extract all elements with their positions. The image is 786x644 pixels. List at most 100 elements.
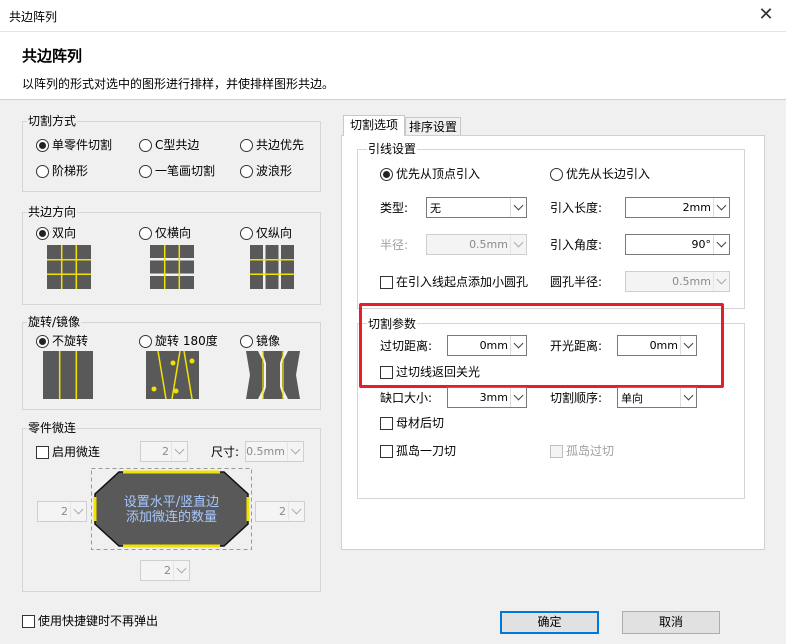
no-popup-checkbox[interactable]: 使用快捷键时不再弹出 bbox=[22, 614, 158, 628]
radio-dot bbox=[139, 164, 152, 178]
gap-size-input[interactable]: 3mm bbox=[447, 387, 527, 408]
micro-joint-hint-line1: 设置水平/竖直边 bbox=[123, 495, 220, 510]
micro-joint-count-top-select[interactable]: 2 bbox=[140, 441, 188, 462]
chevron-down-icon bbox=[287, 442, 303, 461]
select-value: 2 bbox=[61, 505, 68, 518]
radio-label: 仅纵向 bbox=[256, 226, 293, 240]
title-bar: 共边阵列 ✕ bbox=[0, 0, 786, 32]
dialog-heading: 共边阵列 bbox=[22, 47, 83, 65]
radio-dot bbox=[36, 164, 49, 178]
island-one-cut-checkbox[interactable]: 孤岛一刀切 bbox=[380, 444, 456, 458]
chevron-down-icon bbox=[510, 388, 526, 407]
rotation-none-radio[interactable]: 不旋转 bbox=[36, 334, 88, 348]
lead-hole-checkbox[interactable]: 在引入线起点添加小圆孔 bbox=[380, 275, 528, 289]
lead-from-vertex-radio[interactable]: 优先从顶点引入 bbox=[380, 167, 480, 181]
base-cut-after-checkbox[interactable]: 母材后切 bbox=[380, 416, 444, 430]
micro-joint-size-label: 尺寸: bbox=[211, 445, 240, 459]
gap-size-label: 缺口大小: bbox=[380, 391, 433, 405]
radio-dot bbox=[380, 167, 393, 181]
micro-joint-hint: 设置水平/竖直边 添加微连的数量 bbox=[101, 495, 242, 525]
cut-mode-title: 切割方式 bbox=[27, 114, 78, 128]
radio-label: 镜像 bbox=[256, 334, 281, 348]
lead-radius-input[interactable]: 0.5mm bbox=[426, 234, 527, 255]
rotation-mirror-radio[interactable]: 镜像 bbox=[240, 334, 280, 348]
radio-label: C型共边 bbox=[155, 138, 200, 152]
select-value: 2 bbox=[279, 505, 286, 518]
ok-button[interactable]: 确定 bbox=[500, 611, 599, 634]
chevron-down-icon bbox=[510, 235, 526, 254]
lead-length-label: 引入长度: bbox=[550, 201, 603, 215]
input-value: 0.5mm bbox=[469, 238, 508, 251]
lead-type-label: 类型: bbox=[380, 201, 409, 215]
lead-type-select[interactable]: 无 bbox=[426, 197, 527, 218]
radio-dot bbox=[240, 164, 253, 178]
radio-label: 单零件切割 bbox=[52, 138, 113, 152]
direction-both-radio[interactable]: 双向 bbox=[36, 226, 76, 240]
cut-mode-stroke-radio[interactable]: 一笔画切割 bbox=[139, 164, 215, 178]
micro-joint-count-left-select[interactable]: 2 bbox=[37, 501, 87, 522]
chevron-down-icon bbox=[713, 235, 729, 254]
checkbox-label: 母材后切 bbox=[396, 416, 445, 430]
cut-order-select[interactable]: 单向 bbox=[617, 387, 697, 408]
cut-mode-step-radio[interactable]: 阶梯形 bbox=[36, 164, 88, 178]
radio-label: 一笔画切割 bbox=[155, 164, 216, 178]
chevron-down-icon bbox=[713, 198, 729, 217]
checkbox-box bbox=[380, 444, 393, 458]
lead-radius-label: 半径: bbox=[380, 238, 409, 252]
micro-joint-hint-line2: 添加微连的数量 bbox=[125, 510, 217, 525]
radio-dot bbox=[139, 334, 152, 348]
input-value: 2mm bbox=[682, 201, 711, 214]
island-overcut-checkbox[interactable]: 孤岛过切 bbox=[550, 444, 614, 458]
direction-horizontal-radio[interactable]: 仅横向 bbox=[139, 226, 191, 240]
edge-direction-title: 共边方向 bbox=[27, 205, 78, 219]
radio-dot bbox=[139, 138, 152, 152]
checkbox-label: 使用快捷键时不再弹出 bbox=[38, 614, 159, 628]
cut-mode-single-radio[interactable]: 单零件切割 bbox=[36, 138, 112, 152]
cut-mode-edge-first-radio[interactable]: 共边优先 bbox=[240, 138, 304, 152]
chevron-down-icon bbox=[173, 561, 189, 580]
radio-label: 仅横向 bbox=[155, 226, 192, 240]
micro-joint-count-bottom-select[interactable]: 2 bbox=[140, 560, 190, 581]
micro-joint-enable-checkbox[interactable]: 启用微连 bbox=[36, 445, 100, 459]
tab-sort-settings[interactable]: 排序设置 bbox=[405, 117, 461, 136]
lead-from-long-edge-radio[interactable]: 优先从长边引入 bbox=[550, 167, 650, 181]
window-title: 共边阵列 bbox=[9, 10, 58, 24]
radio-label: 双向 bbox=[52, 226, 77, 240]
lead-hole-radius-input[interactable]: 0.5mm bbox=[625, 271, 730, 292]
input-value: 0.5mm bbox=[672, 275, 711, 288]
cut-order-label: 切割顺序: bbox=[550, 391, 603, 405]
radio-dot bbox=[240, 334, 253, 348]
lead-length-input[interactable]: 2mm bbox=[625, 197, 730, 218]
rotation-180-preview-icon bbox=[146, 351, 199, 399]
tab-cut-options[interactable]: 切割选项 bbox=[343, 115, 405, 136]
select-value: 单向 bbox=[621, 391, 643, 405]
input-value: 3mm bbox=[479, 391, 508, 404]
micro-joint-size-select[interactable]: 0.5mm bbox=[245, 441, 304, 462]
lead-angle-input[interactable]: 90° bbox=[625, 234, 730, 255]
radio-dot bbox=[240, 138, 253, 152]
direction-vertical-radio[interactable]: 仅纵向 bbox=[240, 226, 292, 240]
chevron-down-icon bbox=[680, 388, 696, 407]
radio-dot bbox=[36, 138, 49, 152]
radio-dot bbox=[550, 167, 563, 181]
lead-hole-radius-label: 圆孔半径: bbox=[550, 275, 603, 289]
close-icon[interactable]: ✕ bbox=[754, 4, 778, 28]
checkbox-label: 启用微连 bbox=[52, 445, 101, 459]
dialog-header: 共边阵列 以阵列的形式对选中的图形进行排样，并使排样图形共边。 bbox=[0, 32, 786, 100]
select-value: 2 bbox=[164, 564, 171, 577]
chevron-down-icon bbox=[171, 442, 187, 461]
radio-label: 阶梯形 bbox=[52, 164, 89, 178]
micro-joint-count-right-select[interactable]: 2 bbox=[255, 501, 305, 522]
radio-label: 波浪形 bbox=[256, 164, 293, 178]
cancel-button[interactable]: 取消 bbox=[622, 611, 720, 634]
checkbox-label: 孤岛过切 bbox=[566, 444, 615, 458]
radio-dot bbox=[139, 226, 152, 240]
checkbox-box bbox=[380, 275, 393, 289]
cut-mode-c-radio[interactable]: C型共边 bbox=[139, 138, 199, 152]
radio-label: 旋转 180度 bbox=[155, 334, 218, 348]
radio-dot bbox=[36, 226, 49, 240]
rotation-180-radio[interactable]: 旋转 180度 bbox=[139, 334, 218, 348]
radio-dot bbox=[36, 334, 49, 348]
cut-mode-wave-radio[interactable]: 波浪形 bbox=[240, 164, 292, 178]
cut-mode-group bbox=[22, 121, 321, 192]
